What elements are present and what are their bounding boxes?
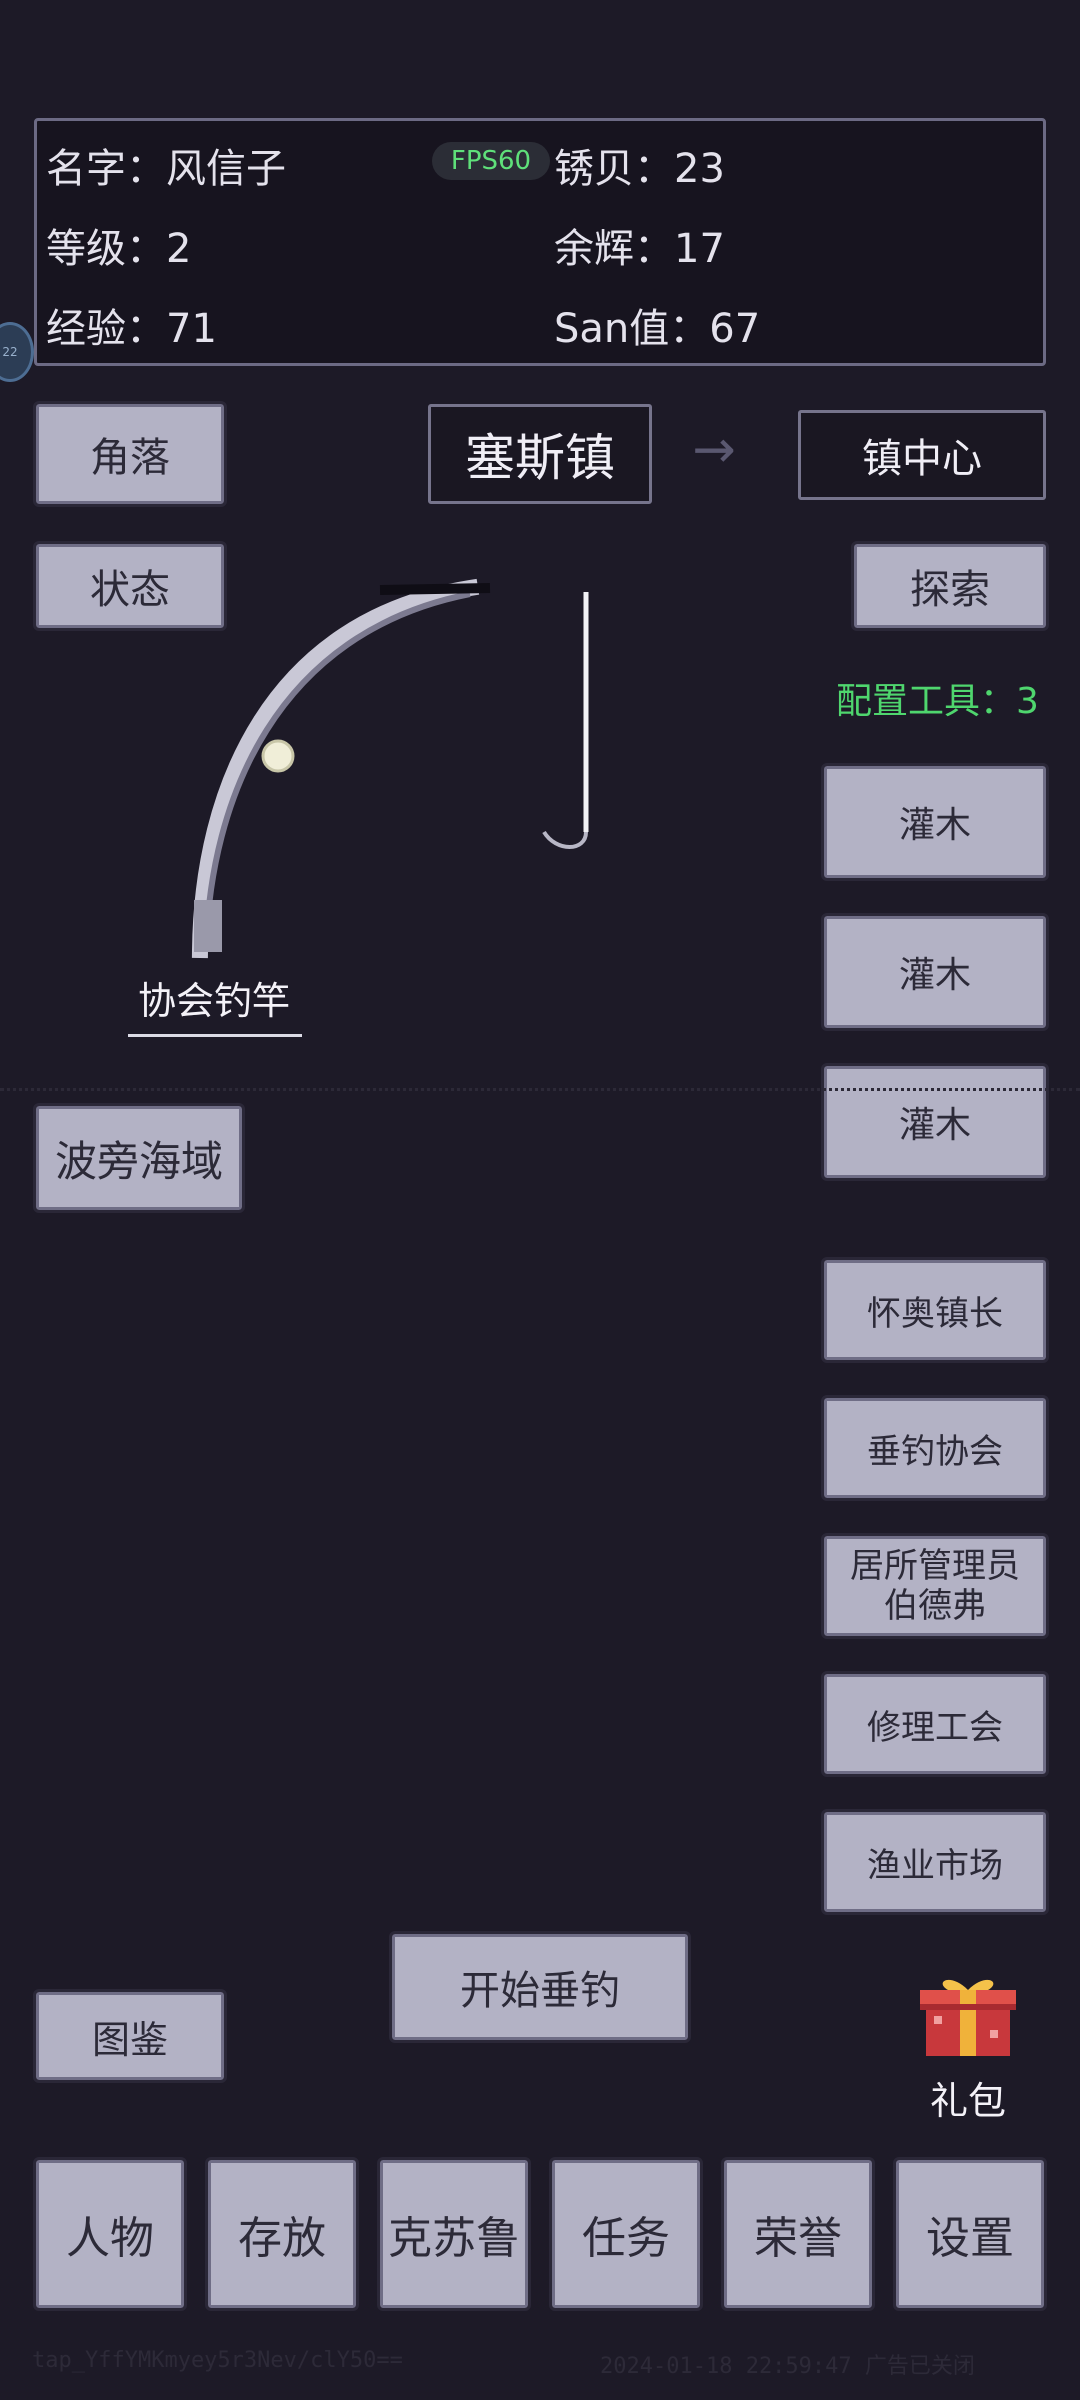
gear-count-label: 配置工具：3 <box>836 681 1039 722</box>
tab-storage[interactable]: 存放 <box>205 2157 359 2311</box>
npc-repair-guild-button[interactable]: 修理工会 <box>821 1671 1049 1777</box>
fps-badge: FPS60 <box>432 142 550 180</box>
sanity-value: San值：67 <box>554 306 761 352</box>
npc-fishery-market-button[interactable]: 渔业市场 <box>821 1809 1049 1915</box>
floating-assist-icon[interactable]: 22 <box>0 322 34 382</box>
tab-cthulhu[interactable]: 克苏鲁 <box>377 2157 531 2311</box>
gift-box-icon[interactable] <box>916 1974 1020 2058</box>
npc-residence-manager-button[interactable]: 居所管理员 伯德弗 <box>821 1533 1049 1639</box>
npc-fishing-association-button[interactable]: 垂钓协会 <box>821 1395 1049 1501</box>
start-fishing-button[interactable]: 开始垂钓 <box>389 1931 691 2043</box>
tab-honor[interactable]: 荣誉 <box>721 2157 875 2311</box>
rod-name-underline <box>128 1034 302 1037</box>
player-exp: 经验：71 <box>46 306 217 352</box>
sea-area-button[interactable]: 波旁海域 <box>33 1103 245 1213</box>
codex-button[interactable]: 图鉴 <box>33 1989 227 2083</box>
player-name: 名字：风信子 <box>46 146 286 192</box>
rod-name: 协会钓竿 <box>137 979 290 1023</box>
rust-shell-currency: 锈贝：23 <box>554 146 725 192</box>
tab-settings[interactable]: 设置 <box>893 2157 1047 2311</box>
afterglow-currency: 余辉：17 <box>554 226 725 272</box>
gear-slot-2[interactable]: 灌木 <box>821 913 1049 1031</box>
corner-button[interactable]: 角落 <box>33 401 227 507</box>
gear-slot-1[interactable]: 灌木 <box>821 763 1049 881</box>
watermark-right: 2024-01-18 22:59:47 广告已关闭 <box>600 2354 975 2379</box>
tab-tasks[interactable]: 任务 <box>549 2157 703 2311</box>
arrow-right-icon: → <box>692 420 736 480</box>
explore-button[interactable]: 探索 <box>851 541 1049 631</box>
fishing-rod-icon <box>191 578 589 959</box>
destination-button[interactable]: 镇中心 <box>798 410 1046 500</box>
gear-slot-3[interactable]: 灌木 <box>821 1063 1049 1181</box>
npc-mayor-button[interactable]: 怀奥镇长 <box>821 1257 1049 1363</box>
watermark-left: tap_YffYMKmyey5r3Nev/clY50== <box>32 2348 403 2373</box>
tab-character[interactable]: 人物 <box>33 2157 187 2311</box>
gift-label[interactable]: 礼包 <box>910 2070 1026 2125</box>
water-line <box>0 1088 1080 1091</box>
town-title: 塞斯镇 <box>428 404 652 504</box>
player-level: 等级：2 <box>46 226 192 272</box>
